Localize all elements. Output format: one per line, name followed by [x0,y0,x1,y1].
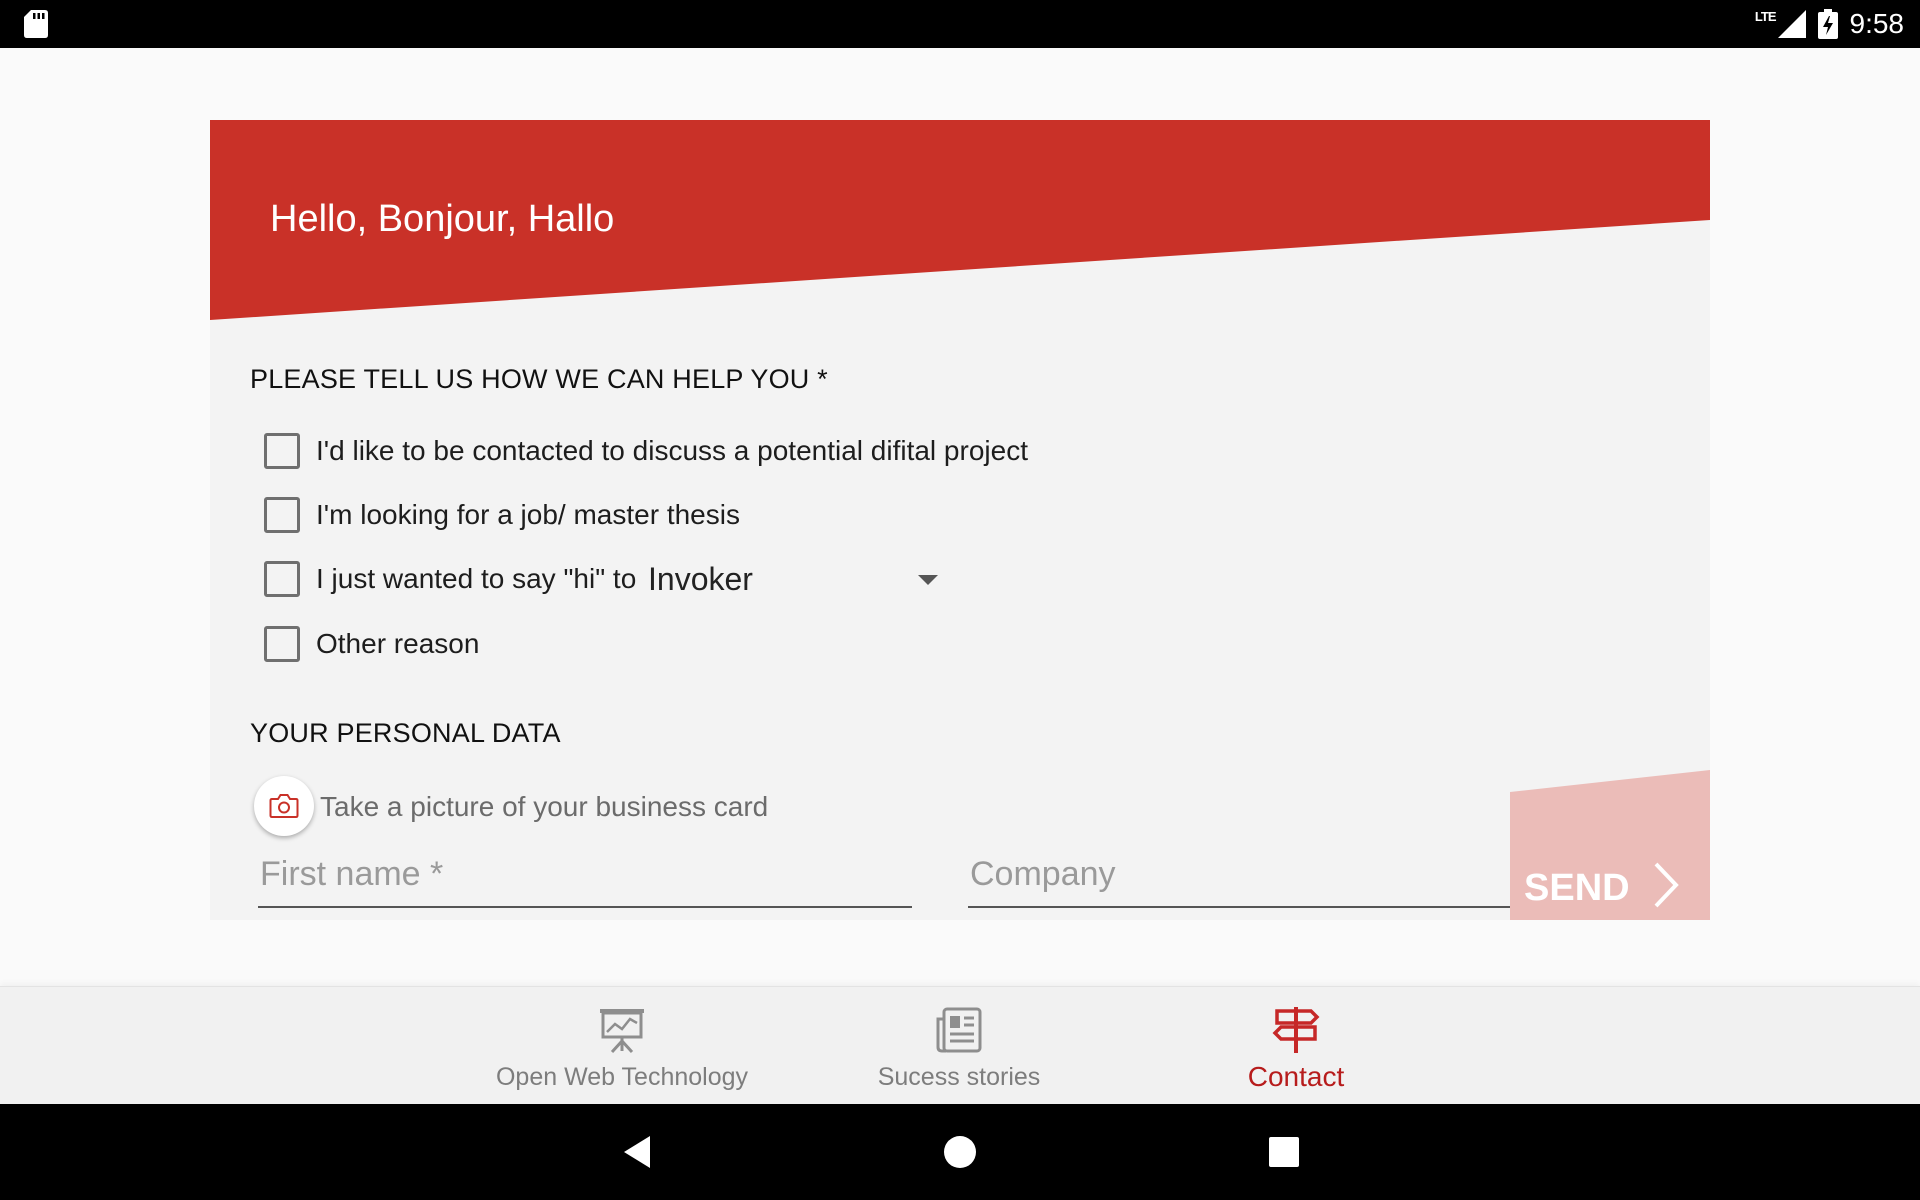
signpost-icon [1272,1007,1320,1053]
say-hi-dropdown-value: Invoker [648,560,753,597]
option-label: I'd like to be contacted to discuss a po… [316,435,1028,466]
option-digital-project[interactable]: I'd like to be contacted to discuss a po… [264,431,1028,471]
back-icon[interactable] [612,1128,660,1176]
business-card-label: Take a picture of your business card [320,791,769,822]
greeting-title: Hello, Bonjour, Hallo [270,198,615,240]
chevron-down-icon [918,575,938,585]
nav-success-stories[interactable]: Sucess stories [819,987,1099,1105]
option-label: Other reason [316,628,480,659]
home-icon[interactable] [936,1128,984,1176]
option-label: I'm looking for a job/ master thesis [316,499,740,530]
battery-icon [1817,9,1838,39]
say-hi-dropdown[interactable]: Invoker [648,556,938,602]
status-bar: LTE 9:58 [0,0,1920,48]
option-label: I just wanted to say "hi" to [316,563,637,594]
checkbox-job-thesis[interactable] [264,497,300,533]
business-card-camera-button[interactable] [254,776,314,836]
clock: 9:58 [1849,8,1905,39]
nav-contact[interactable]: Contact [1156,987,1436,1105]
send-button[interactable]: SEND [1510,770,1710,920]
personal-data-section-title: YOUR PERSONAL DATA [250,718,561,748]
sd-card-icon [24,10,48,38]
company-field[interactable] [968,848,1570,908]
first-name-field[interactable] [258,848,912,908]
camera-icon [269,794,299,818]
send-button-label: SEND [1524,867,1630,909]
option-job-thesis[interactable]: I'm looking for a job/ master thesis [264,495,740,535]
nav-label: Contact [1247,1061,1345,1092]
recent-apps-icon[interactable] [1260,1128,1308,1176]
system-navigation-bar [0,1104,1920,1200]
chevron-right-icon [1654,862,1679,908]
network-type: LTE [1754,8,1777,24]
nav-label: Sucess stories [877,1063,1041,1091]
nav-open-web-technology[interactable]: Open Web Technology [482,987,762,1105]
checkbox-other-reason[interactable] [264,626,300,662]
help-section-title: PLEASE TELL US HOW WE CAN HELP YOU * [250,364,828,394]
signal-icon [1777,10,1806,38]
contact-form-card: Hello, Bonjour, Hallo PLEASE TELL US HOW… [210,120,1710,920]
option-say-hi[interactable]: I just wanted to say "hi" to [264,559,636,599]
presentation-chart-icon [600,1009,644,1054]
checkbox-digital-project[interactable] [264,433,300,469]
option-other-reason[interactable]: Other reason [264,624,479,664]
nav-label: Open Web Technology [495,1063,749,1091]
checkbox-say-hi[interactable] [264,561,300,597]
newspaper-icon [936,1007,982,1053]
bottom-navigation: Open Web Technology Sucess stories Conta… [0,986,1920,1104]
